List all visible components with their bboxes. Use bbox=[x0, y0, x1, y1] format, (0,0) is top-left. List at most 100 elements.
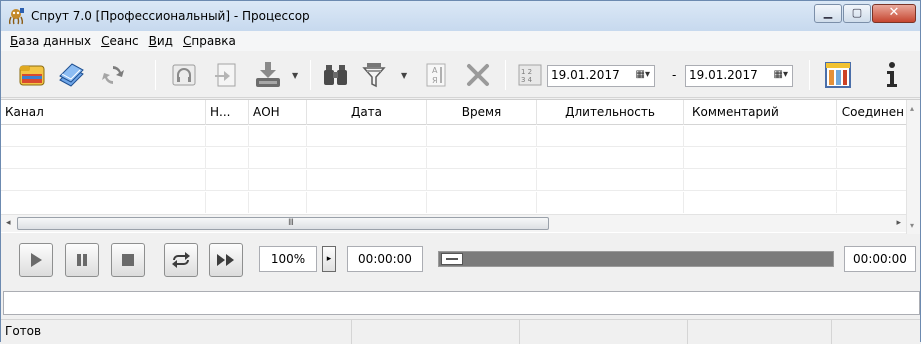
status-panel bbox=[520, 320, 688, 344]
table-cell bbox=[1, 170, 206, 191]
table-cell bbox=[684, 148, 837, 169]
maximize-icon: ▢ bbox=[851, 6, 863, 19]
svg-text:Я: Я bbox=[432, 76, 438, 85]
export-button[interactable] bbox=[251, 58, 285, 92]
stack-sheets-icon bbox=[59, 63, 84, 87]
session-list-button[interactable] bbox=[54, 58, 88, 92]
table-cell bbox=[537, 148, 684, 169]
open-database-button[interactable] bbox=[15, 58, 49, 92]
playback-slider-handle[interactable] bbox=[441, 253, 463, 265]
sort-button[interactable]: A Я bbox=[419, 58, 453, 92]
scroll-left-icon[interactable]: ◂ bbox=[6, 218, 11, 228]
pause-button[interactable] bbox=[65, 243, 99, 277]
scroll-down-icon[interactable]: ▾ bbox=[910, 221, 914, 230]
import-button[interactable] bbox=[209, 58, 243, 92]
fast-forward-button[interactable] bbox=[209, 243, 243, 277]
start-time-field[interactable]: 00:00:00 bbox=[347, 246, 423, 272]
filter-button[interactable] bbox=[357, 58, 391, 92]
listen-button[interactable] bbox=[167, 58, 201, 92]
waveform-strip[interactable] bbox=[3, 291, 920, 315]
toolbar-separator bbox=[310, 60, 311, 90]
search-button[interactable] bbox=[319, 58, 353, 92]
binoculars-icon bbox=[324, 65, 347, 85]
player-panel: 100% ▸ 00:00:00 00:00:00 bbox=[1, 235, 920, 285]
column-header-connection[interactable]: Соединен bbox=[837, 100, 906, 125]
date-from-value: 19.01.2017 bbox=[551, 68, 620, 82]
stop-button[interactable] bbox=[111, 243, 145, 277]
vertical-scrollbar[interactable]: ▴ ▾ bbox=[906, 100, 920, 234]
zoom-spin-button[interactable]: ▸ bbox=[322, 246, 336, 272]
toolbar-separator bbox=[505, 60, 506, 90]
date-to-picker[interactable]: 19.01.2017 ▦▾ bbox=[685, 65, 793, 87]
menu-database-mnemonic: Б bbox=[10, 34, 19, 48]
column-header-comment[interactable]: Комментарий bbox=[684, 100, 837, 125]
table-cell bbox=[307, 148, 427, 169]
menu-view[interactable]: Вид bbox=[144, 34, 178, 48]
table-cell bbox=[427, 148, 537, 169]
calendar-dropdown-icon[interactable]: ▦▾ bbox=[774, 69, 788, 80]
export-dropdown-icon[interactable]: ▼ bbox=[292, 71, 298, 80]
app-octopus-icon bbox=[8, 8, 24, 25]
delete-button[interactable] bbox=[461, 58, 495, 92]
menu-view-mnemonic: В bbox=[148, 34, 157, 48]
menu-view-label: ид bbox=[156, 34, 173, 48]
table-row[interactable] bbox=[1, 126, 906, 147]
close-button[interactable]: ✕ bbox=[872, 4, 916, 23]
table-cell bbox=[1, 148, 206, 169]
column-header-time[interactable]: Время bbox=[427, 100, 537, 125]
table-row[interactable] bbox=[1, 170, 906, 191]
play-button[interactable] bbox=[19, 243, 53, 277]
columns-button[interactable] bbox=[821, 58, 855, 92]
maximize-button[interactable]: ▢ bbox=[843, 4, 871, 23]
column-header-date[interactable]: Дата bbox=[307, 100, 427, 125]
status-panel bbox=[352, 320, 520, 344]
refresh-button[interactable] bbox=[96, 58, 130, 92]
filter-dropdown-icon[interactable]: ▼ bbox=[401, 71, 407, 80]
playback-progress-slider[interactable] bbox=[438, 251, 834, 267]
horizontal-scroll-thumb[interactable]: III bbox=[17, 217, 549, 230]
calendar-dropdown-icon[interactable]: ▦▾ bbox=[636, 69, 650, 80]
table-cell bbox=[206, 148, 249, 169]
records-grid: Канал Н... АОН Дата Время Длительность К… bbox=[1, 99, 920, 234]
menu-help[interactable]: Справка bbox=[178, 34, 241, 48]
pause-icon bbox=[77, 254, 87, 266]
column-header-number[interactable]: Н... bbox=[206, 100, 249, 125]
scroll-right-icon[interactable]: ▸ bbox=[896, 218, 901, 228]
play-icon bbox=[31, 253, 42, 267]
menu-session[interactable]: Сеанс bbox=[96, 34, 144, 48]
folder-database-icon bbox=[19, 65, 45, 86]
date-range-dash: - bbox=[672, 68, 677, 82]
date-from-picker[interactable]: 19.01.2017 ▦▾ bbox=[547, 65, 655, 87]
minimize-button[interactable]: ▁ bbox=[814, 4, 842, 23]
import-icon bbox=[215, 63, 236, 87]
status-panel bbox=[832, 320, 920, 344]
svg-text:A: A bbox=[432, 66, 438, 75]
loop-button[interactable] bbox=[164, 243, 198, 277]
date-range-button[interactable]: 1 2 3 4 bbox=[513, 58, 547, 92]
table-cell bbox=[249, 126, 307, 147]
fast-forward-icon bbox=[217, 254, 234, 266]
horizontal-scrollbar[interactable]: ◂ III ▸ bbox=[1, 214, 906, 232]
column-header-caller-id[interactable]: АОН bbox=[249, 100, 307, 125]
table-cell bbox=[307, 126, 427, 147]
scroll-up-icon[interactable]: ▴ bbox=[910, 104, 914, 113]
table-row[interactable] bbox=[1, 192, 906, 213]
column-header-channel[interactable]: Канал bbox=[1, 100, 206, 125]
end-time-field[interactable]: 00:00:00 bbox=[844, 246, 916, 272]
window-title: Спрут 7.0 [Профессиональный] - Процессор bbox=[31, 9, 310, 23]
table-cell bbox=[1, 126, 206, 147]
info-icon bbox=[887, 62, 897, 87]
download-tray-icon bbox=[256, 62, 280, 87]
refresh-icon bbox=[102, 66, 124, 84]
table-cell bbox=[684, 192, 837, 213]
table-cell bbox=[206, 192, 249, 213]
title-bar[interactable]: Спрут 7.0 [Профессиональный] - Процессор… bbox=[1, 1, 920, 31]
table-cell bbox=[307, 192, 427, 213]
about-button[interactable] bbox=[875, 58, 909, 92]
repeat-icon bbox=[172, 252, 190, 268]
table-row[interactable] bbox=[1, 148, 906, 169]
scroll-grip-icon: III bbox=[288, 218, 294, 228]
zoom-input[interactable]: 100% bbox=[259, 246, 317, 272]
column-header-duration[interactable]: Длительность bbox=[537, 100, 684, 125]
menu-database[interactable]: База данных bbox=[5, 34, 96, 48]
